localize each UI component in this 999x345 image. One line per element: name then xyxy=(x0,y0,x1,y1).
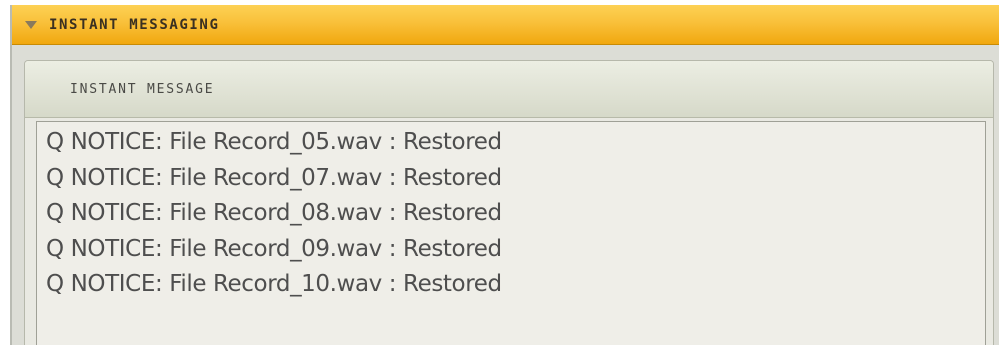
panel-title: INSTANT MESSAGE xyxy=(70,81,215,97)
message-line: Q NOTICE: File Record_09.wav : Restored xyxy=(46,235,502,262)
message-line: Q NOTICE: File Record_08.wav : Restored xyxy=(46,200,502,226)
instant-messaging-window: INSTANT MESSAGING INSTANT MESSAGE Q NOTI… xyxy=(10,5,999,345)
message-log[interactable]: Q NOTICE: File Record_05.wav : Restored … xyxy=(36,121,986,345)
section-title: INSTANT MESSAGING xyxy=(49,16,220,33)
message-line: Q NOTICE: File Record_07.wav : Restored xyxy=(46,164,502,191)
panel-header: INSTANT MESSAGE xyxy=(25,61,993,118)
triangle-down-icon[interactable] xyxy=(25,20,37,30)
message-line: Q NOTICE: File Record_10.wav : Restored xyxy=(46,271,502,297)
instant-messaging-section-header[interactable]: INSTANT MESSAGING xyxy=(12,5,999,45)
message-line: Q NOTICE: File Record_05.wav : Restored xyxy=(46,129,502,155)
instant-message-panel: INSTANT MESSAGE Q NOTICE: File Record_05… xyxy=(24,60,994,345)
